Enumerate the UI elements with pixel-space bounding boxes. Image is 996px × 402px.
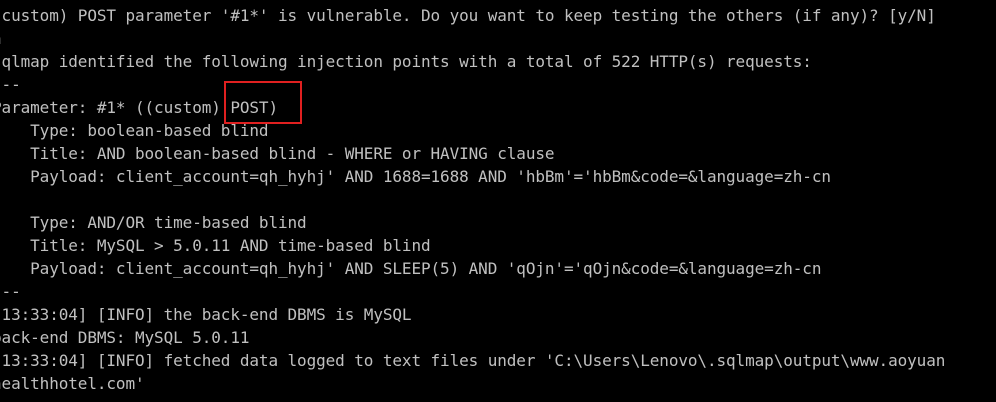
terminal-line: Type: boolean-based blind xyxy=(0,121,269,140)
terminal-line: sqlmap identified the following injectio… xyxy=(0,52,812,71)
terminal-line: (custom) POST parameter '#1*' is vulnera… xyxy=(0,6,936,25)
terminal-line: healthhotel.com' xyxy=(0,374,145,393)
terminal-line: [13:33:04] [INFO] fetched data logged to… xyxy=(0,351,946,370)
terminal-line: [13:33:04] [INFO] the back-end DBMS is M… xyxy=(0,305,412,324)
terminal-line: Title: MySQL > 5.0.11 AND time-based bli… xyxy=(0,236,431,255)
separator-line: --- xyxy=(0,282,21,301)
terminal-line: Type: AND/OR time-based blind xyxy=(0,213,307,232)
terminal-line: Payload: client_account=qh_hyhj' AND SLE… xyxy=(0,259,822,278)
terminal-line: Payload: client_account=qh_hyhj' AND 168… xyxy=(0,167,831,186)
terminal-line: Title: AND boolean-based blind - WHERE o… xyxy=(0,144,555,163)
parameter-line: Parameter: #1* ((custom) POST) xyxy=(0,98,278,117)
terminal-line: n xyxy=(0,27,2,50)
terminal-window[interactable]: (custom) POST parameter '#1*' is vulnera… xyxy=(0,0,996,402)
separator-line: --- xyxy=(0,75,21,94)
terminal-line: back-end DBMS: MySQL 5.0.11 xyxy=(0,328,250,347)
